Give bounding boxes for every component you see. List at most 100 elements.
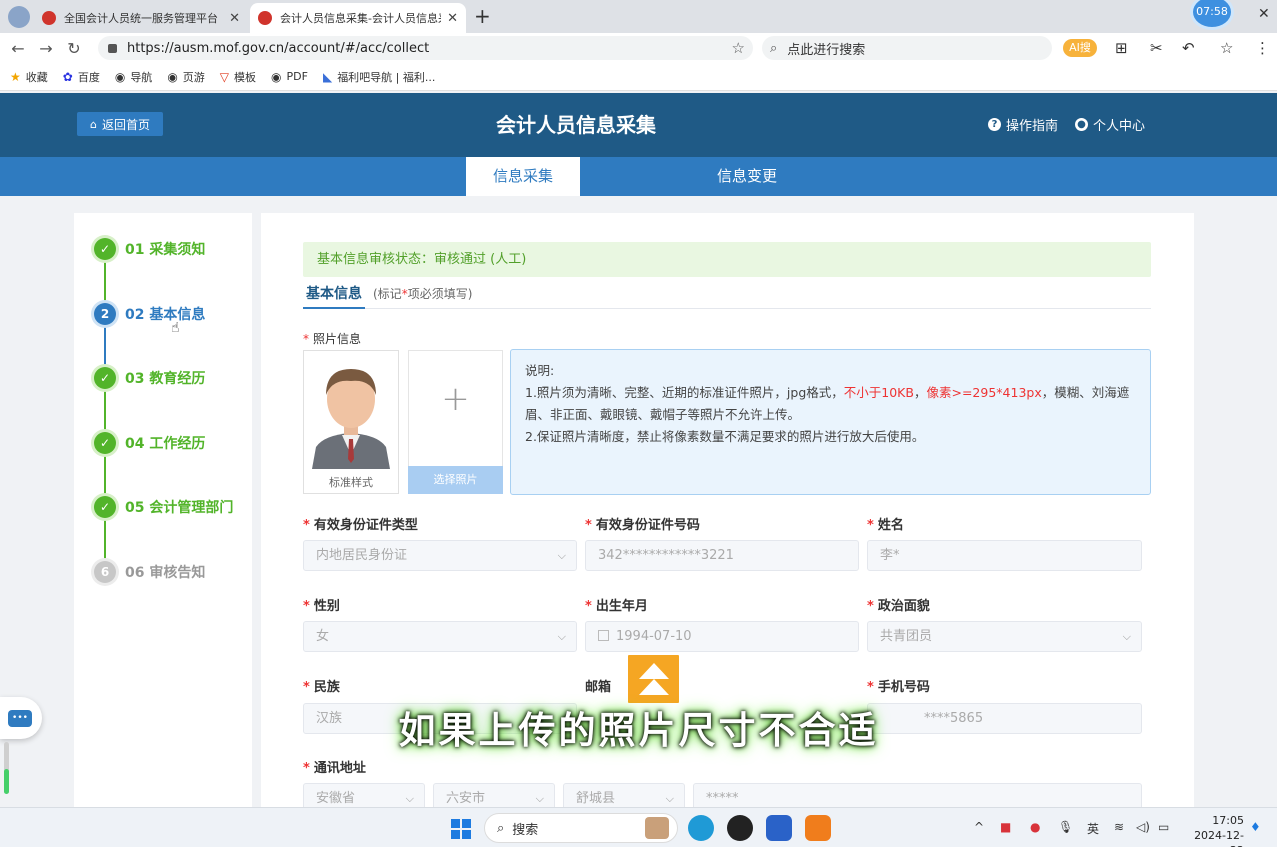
tab-info-collect[interactable]: 信息采集 [466,157,580,196]
step-connector [104,455,106,497]
gamepad-icon[interactable]: ⊞ [1115,39,1128,57]
select-photo-button[interactable]: 选择照片 [408,466,503,494]
step-item-management-dept[interactable]: ✓ 05 会计管理部门 [94,496,233,518]
paw-icon: ✿ [62,69,73,84]
bookmark-label: 导航 [130,70,153,84]
qq-icon[interactable] [727,815,753,841]
step-item-basic-info[interactable]: 2 02 基本信息 [94,303,205,325]
bookmark-pdf[interactable]: ◉ PDF [271,70,308,84]
scissors-icon[interactable]: ✂ [1150,39,1163,57]
template-icon: ▽ [219,69,230,84]
search-icon: ⌕ [497,820,505,836]
chevron-down-icon: ⌵ [557,549,566,562]
profile-link[interactable]: ● 个人中心 [1075,115,1145,134]
page-header: ⌂ 返回首页 会计人员信息采集 ? 操作指南 ● 个人中心 [0,93,1277,157]
step-item-notice[interactable]: ✓ 01 采集须知 [94,238,205,260]
globe-icon: ◉ [167,69,178,84]
bookmark-label: 福利吧导航 | 福利... [337,70,436,84]
chevron-down-icon: ⌵ [557,630,566,643]
ai-search-button[interactable]: AI搜 [1063,39,1097,57]
browser-tab-platform[interactable]: 全国会计人员统一服务管理平台 ✕ [34,3,248,33]
step-item-review[interactable]: 6 06 审核告知 [94,561,205,583]
bookmark-star-icon[interactable]: ☆ [732,39,745,57]
star-icon: ★ [10,69,21,84]
step-label: 01 采集须知 [125,242,206,258]
politics-label: * 政治面貌 [867,599,930,614]
section-tabs: 基本信息 (标记*项必须填写) [303,283,1151,309]
back-icon[interactable]: ← [4,39,32,58]
help-icon: ? [988,118,1001,131]
close-window-icon[interactable]: ✕ [1258,6,1270,22]
politics-select[interactable]: 共青团员 ⌵ [867,621,1142,652]
favorites-star-icon[interactable]: ☆ [1220,39,1233,57]
edge-icon[interactable] [688,815,714,841]
security-icon[interactable]: ● [1030,820,1040,834]
lock-icon [108,43,117,53]
plus-icon[interactable]: + [409,379,502,419]
id-type-select[interactable]: 内地居民身份证 ⌵ [303,540,577,571]
birth-date-input[interactable]: 1994-07-10 [585,621,859,652]
birth-label: * 出生年月 [585,599,648,614]
bookmark-templates[interactable]: ▽ 模板 [220,69,256,85]
step-connector [104,519,106,561]
id-number-input[interactable]: 342************3221 [585,540,859,571]
taskbar-clock[interactable]: 17:05 2024-12-22 [1182,813,1244,847]
tab-basic-info[interactable]: 基本信息 [303,283,365,309]
windows-start-icon[interactable] [451,819,471,839]
step-item-work[interactable]: ✓ 04 工作经历 [94,432,205,454]
taskbar-search-label: 搜索 [512,822,539,838]
guide-link[interactable]: ? 操作指南 [988,115,1058,134]
name-input[interactable]: 李* [867,540,1142,571]
url-field[interactable]: https://ausm.mof.gov.cn/account/#/acc/co… [98,36,753,60]
tab-info-change[interactable]: 信息变更 [690,157,804,196]
clock-date: 2024-12-22 [1194,829,1244,847]
menu-icon[interactable]: ⋮ [1255,39,1270,57]
bookmark-nav[interactable]: ◉ 导航 [115,69,152,85]
undo-icon[interactable]: ↶ [1182,39,1195,57]
new-tab-button[interactable]: + [474,4,491,28]
name-label: * 姓名 [867,518,904,533]
volume-icon[interactable]: ◁) [1136,820,1150,834]
bookmark-games[interactable]: ◉ 页游 [167,69,204,85]
forward-icon[interactable]: → [32,39,60,58]
bookmark-label: 百度 [77,70,100,84]
photo-instructions: 说明: 1.照片须为清晰、完整、近期的标准证件照片，jpg格式，不小于10KB，… [510,349,1151,495]
chevron-up-icon[interactable]: ^ [974,820,984,834]
tray-app-icon[interactable]: ■ [1000,820,1011,834]
battery-icon[interactable]: ▭ [1158,820,1169,834]
browser-tab-bar: 全国会计人员统一服务管理平台 ✕ 会计人员信息采集-会计人员信息采集 ✕ + 0… [0,0,1277,33]
microphone-icon[interactable]: 🎙 [1058,820,1073,834]
check-icon: ✓ [94,238,116,260]
reload-icon[interactable]: ↻ [60,39,88,58]
photo-upload-box[interactable]: + 选择照片 [408,350,503,494]
email-label: 邮箱 [585,680,612,695]
step-connector [104,326,106,368]
close-tab-icon[interactable]: ✕ [229,11,240,26]
notification-bell-icon[interactable]: ♦ [1250,820,1261,834]
close-tab-icon[interactable]: ✕ [447,11,458,26]
browser-logo-icon[interactable] [8,6,30,28]
bookmark-fuliba[interactable]: ◣ 福利吧导航 | 福利... [323,69,435,85]
windows-taskbar: ⌕ 搜索 ^ ■ ● 🎙 英 ≋ ◁) ▭ 17:05 2024-12-22 ♦ [0,807,1277,847]
browser-search-input[interactable]: ⌕ 点此进行搜索 [762,36,1052,60]
bookmark-favorites[interactable]: ★ 收藏 [10,69,48,85]
check-icon: ✓ [94,496,116,518]
store-icon[interactable] [766,815,792,841]
clock-time: 17:05 [1212,814,1244,827]
gender-select[interactable]: 女 ⌵ [303,621,577,652]
sample-photo: 标准样式 [303,350,399,494]
ime-indicator[interactable]: 英 [1087,820,1099,837]
wifi-icon[interactable]: ≋ [1114,820,1124,834]
taskbar-search[interactable]: ⌕ 搜索 [484,813,678,843]
bookmark-label: 页游 [182,70,205,84]
bookmark-baidu[interactable]: ✿ 百度 [63,69,100,85]
step-label: 04 工作经历 [125,436,206,452]
floating-clock-widget[interactable]: 07:58 [1190,0,1234,30]
browser-tab-collect[interactable]: 会计人员信息采集-会计人员信息采集 ✕ [250,3,466,33]
step-connector [104,261,106,303]
bookmark-label: 模板 [234,70,257,84]
browser-app-icon[interactable] [805,815,831,841]
gender-label: * 性别 [303,599,340,614]
step-item-education[interactable]: ✓ 03 教育经历 [94,367,205,389]
globe-icon: ◉ [271,69,282,84]
